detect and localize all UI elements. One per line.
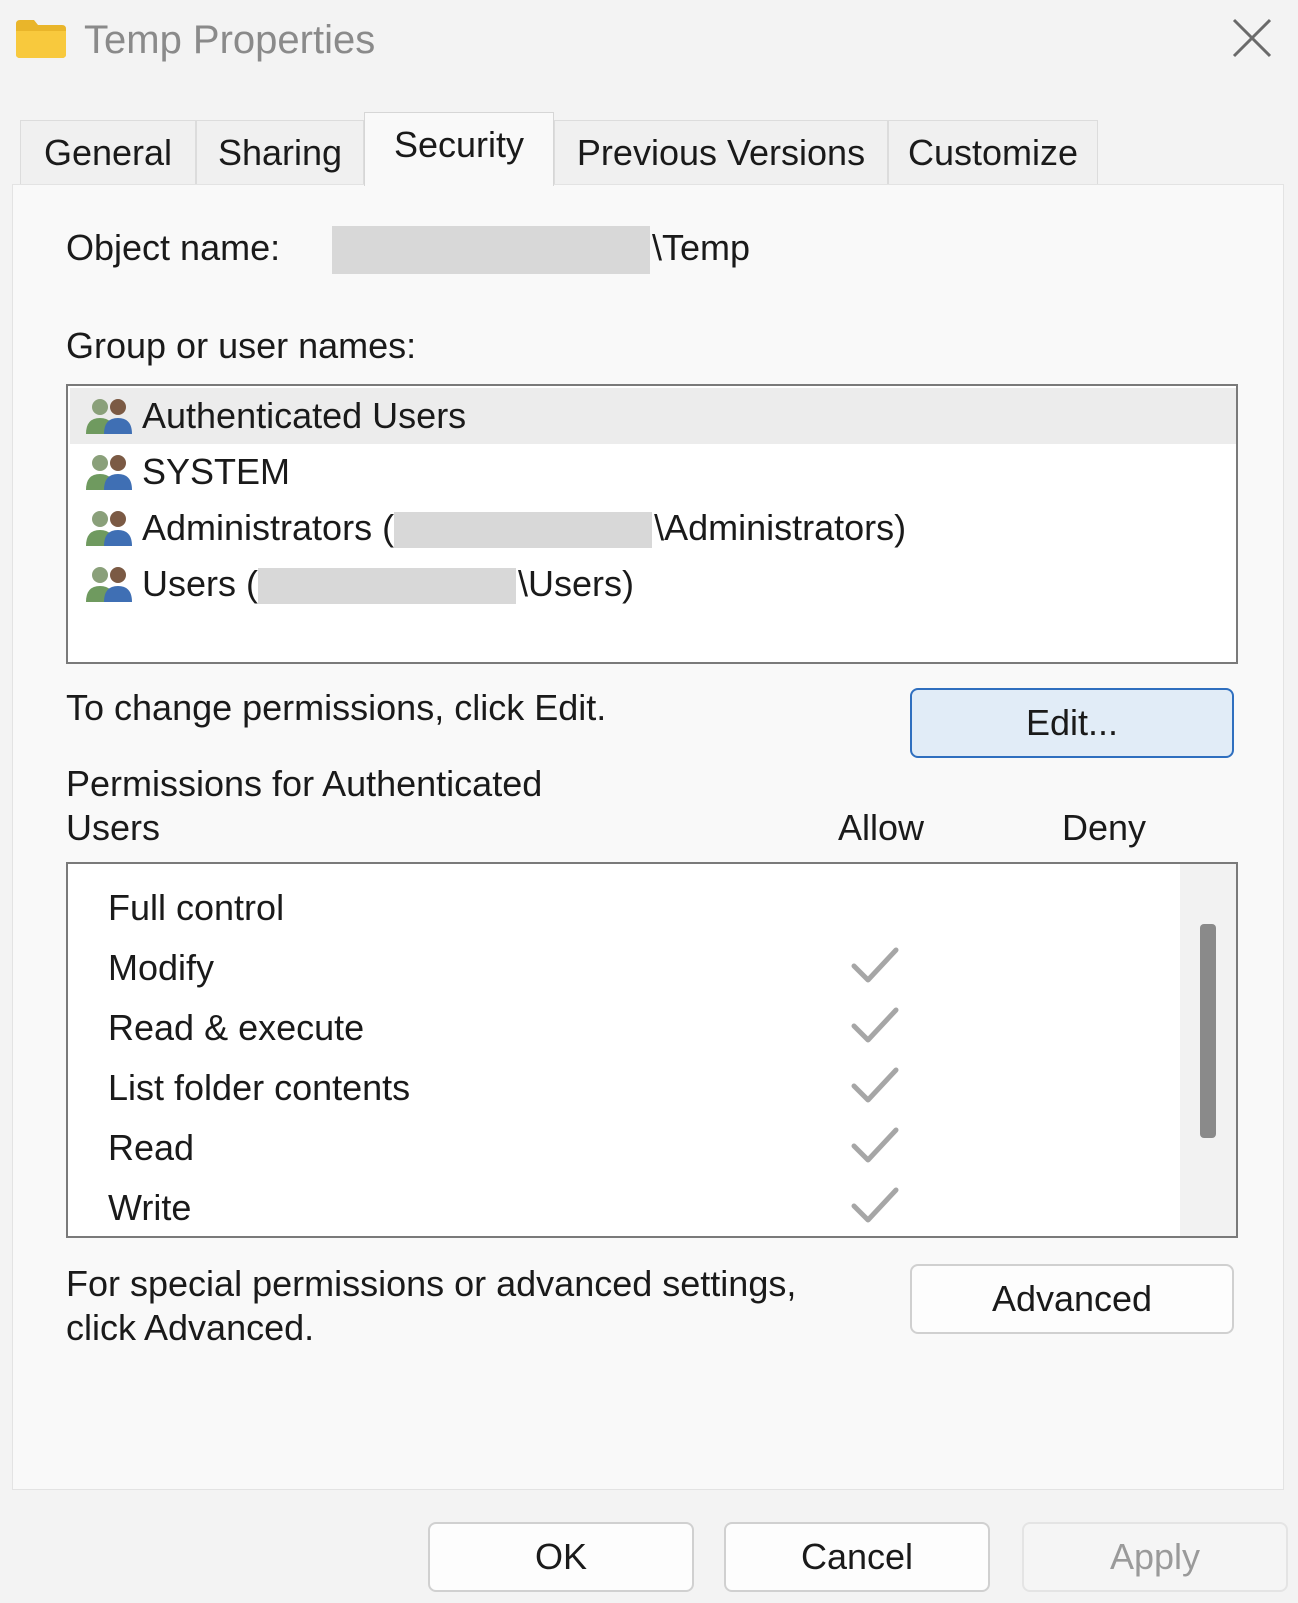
advanced-hint-line1: For special permissions or advanced sett…: [66, 1263, 797, 1304]
permission-row-read: Read: [108, 1118, 1158, 1178]
permission-row-list-folder-contents: List folder contents: [108, 1058, 1158, 1118]
permissions-scrollbar[interactable]: [1180, 864, 1236, 1236]
users-group-icon: [86, 399, 132, 434]
tab-general[interactable]: General: [20, 120, 196, 184]
permission-row-write: Write: [108, 1178, 1158, 1238]
advanced-hint-line2: click Advanced.: [66, 1307, 315, 1348]
allow-check-icon: [851, 1187, 899, 1223]
tab-customize[interactable]: Customize: [888, 120, 1098, 184]
user-name-suffix: \Users): [518, 563, 634, 604]
permissions-title-line2: Users: [66, 807, 161, 848]
list-item-authenticated-users[interactable]: Authenticated Users: [70, 388, 1236, 444]
permission-row-full-control: Full control: [108, 878, 1158, 938]
close-icon[interactable]: [1230, 16, 1274, 60]
scrollbar-thumb[interactable]: [1200, 924, 1216, 1138]
permission-row-read-execute: Read & execute: [108, 998, 1158, 1058]
window-title: Temp Properties: [84, 18, 376, 62]
folder-icon: [16, 20, 66, 58]
group-user-list[interactable]: Authenticated Users SYSTEM Administrator…: [66, 384, 1238, 664]
redacted-domain: [258, 568, 516, 605]
edit-button[interactable]: Edit...: [910, 688, 1234, 758]
title-bar: Temp Properties: [0, 0, 1298, 88]
permissions-list: Full control Modify Read & execute List …: [66, 862, 1238, 1238]
permission-name: Read & execute: [108, 1007, 365, 1048]
ok-button[interactable]: OK: [428, 1522, 694, 1592]
allow-column-header: Allow: [838, 807, 925, 848]
user-name: Authenticated Users: [142, 395, 467, 436]
apply-button[interactable]: Apply: [1022, 1522, 1288, 1592]
allow-check-icon: [851, 1067, 899, 1103]
user-name: SYSTEM: [142, 451, 291, 492]
object-name-value: \Temp: [652, 227, 751, 268]
allow-check-icon: [851, 1127, 899, 1163]
list-item-administrators[interactable]: Administrators ( \Administrators): [70, 500, 1236, 556]
permission-name: Full control: [108, 887, 285, 928]
permission-name: List folder contents: [108, 1067, 411, 1108]
advanced-button[interactable]: Advanced: [910, 1264, 1234, 1334]
allow-check-icon: [851, 947, 899, 983]
list-item-users[interactable]: Users ( \Users): [70, 556, 1236, 612]
deny-column-header: Deny: [1062, 807, 1147, 848]
allow-check-icon: [851, 1007, 899, 1043]
users-group-icon: [86, 455, 132, 490]
edit-hint: To change permissions, click Edit.: [66, 687, 607, 728]
group-list-label: Group or user names:: [66, 325, 417, 366]
cancel-button[interactable]: Cancel: [724, 1522, 990, 1592]
tab-sharing[interactable]: Sharing: [196, 120, 364, 184]
redacted-domain: [394, 512, 653, 549]
object-name-label: Object name:: [66, 227, 281, 268]
permission-row-modify: Modify: [108, 938, 1158, 998]
user-name: Users (: [142, 563, 258, 604]
permissions-title-line1: Permissions for Authenticated: [66, 763, 543, 804]
list-item-system[interactable]: SYSTEM: [70, 444, 1236, 500]
tab-previous-versions[interactable]: Previous Versions: [554, 120, 888, 184]
redacted-path: [332, 226, 650, 274]
permission-name: Read: [108, 1127, 195, 1168]
user-name: Administrators (: [142, 507, 395, 548]
permission-name: Write: [108, 1187, 192, 1228]
tab-security[interactable]: Security: [364, 112, 554, 186]
users-group-icon: [86, 511, 132, 546]
permission-name: Modify: [108, 947, 215, 988]
user-name-suffix: \Administrators): [654, 507, 907, 548]
users-group-icon: [86, 567, 132, 602]
